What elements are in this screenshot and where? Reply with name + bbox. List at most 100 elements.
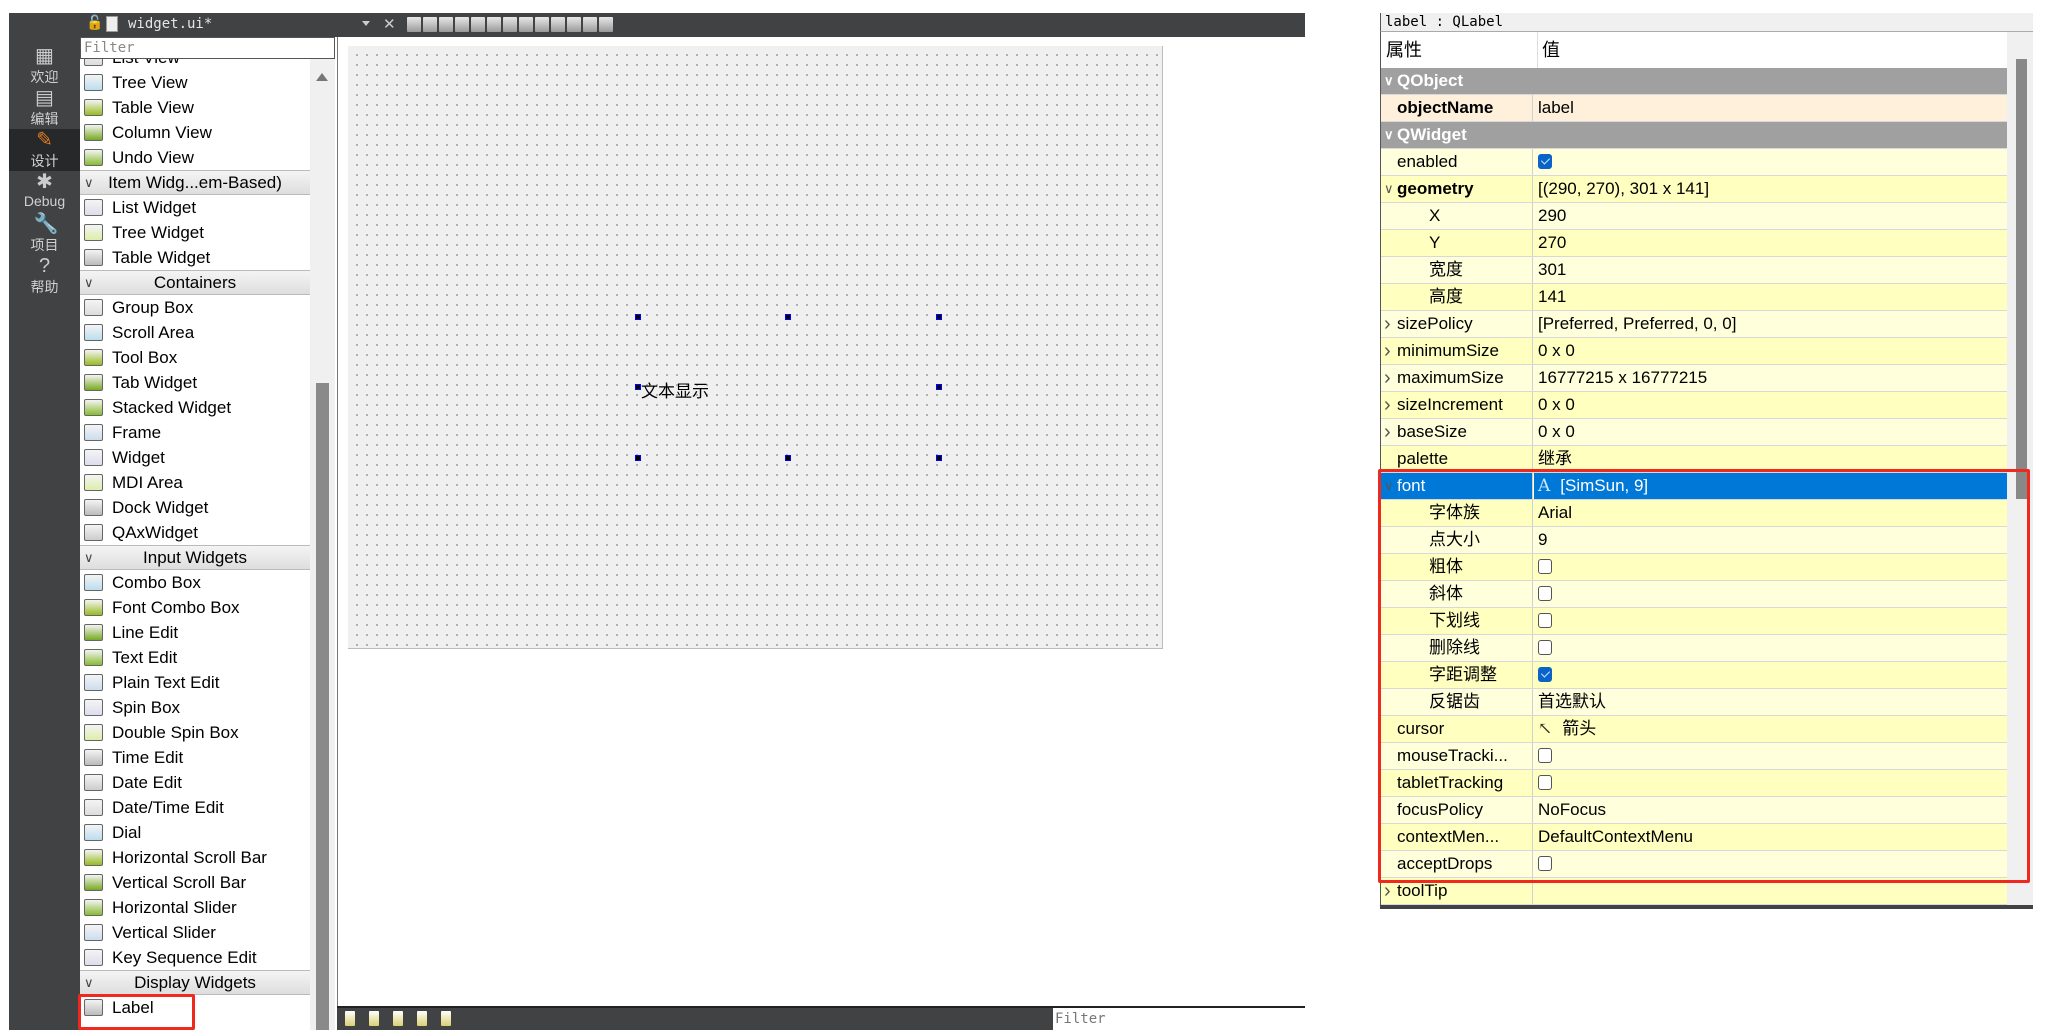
- mode-4[interactable]: 🔧 项目: [9, 213, 80, 255]
- layout-tool-icon[interactable]: [599, 17, 613, 32]
- mode-5[interactable]: ? 帮助: [9, 255, 80, 297]
- resize-handle[interactable]: [936, 384, 942, 390]
- property-value[interactable]: 0 x 0: [1534, 392, 2007, 418]
- property-row[interactable]: 高度 141: [1381, 284, 2007, 311]
- widget-item-double-spin-box[interactable]: Double Spin Box: [80, 720, 310, 745]
- label-widget[interactable]: 文本显示: [641, 377, 709, 402]
- widget-item-vertical-scroll-bar[interactable]: Vertical Scroll Bar: [80, 870, 310, 895]
- widget-item-column-view[interactable]: Column View: [80, 120, 310, 145]
- widget-item-tree-view[interactable]: Tree View: [80, 70, 310, 95]
- widget-item-plain-text-edit[interactable]: Plain Text Edit: [80, 670, 310, 695]
- resize-handle[interactable]: [635, 384, 641, 390]
- layout-tool-icon[interactable]: [519, 17, 533, 32]
- property-value[interactable]: 0 x 0: [1534, 419, 2007, 445]
- mode-0[interactable]: ▦ 欢迎: [9, 45, 80, 87]
- delete-action-icon[interactable]: [417, 1011, 427, 1026]
- resize-handle[interactable]: [635, 455, 641, 461]
- paste-action-icon[interactable]: [393, 1011, 403, 1026]
- widget-item-vertical-slider[interactable]: Vertical Slider: [80, 920, 310, 945]
- property-row[interactable]: › sizeIncrement 0 x 0: [1381, 392, 2007, 419]
- property-value[interactable]: 141: [1534, 284, 2007, 310]
- resize-handle[interactable]: [936, 455, 942, 461]
- widget-item-list-view[interactable]: List View: [80, 59, 310, 70]
- checkbox[interactable]: [1538, 153, 1552, 169]
- property-row[interactable]: 宽度 301: [1381, 257, 2007, 284]
- widget-item-group-box[interactable]: Group Box: [80, 295, 310, 320]
- widget-item-font-combo-box[interactable]: Font Combo Box: [80, 595, 310, 620]
- category-display-widgets[interactable]: ∨ Display Widgets: [80, 970, 310, 995]
- layout-tool-icon[interactable]: [455, 17, 469, 32]
- column-header-property[interactable]: 属性: [1386, 32, 1422, 68]
- chevron-right-icon[interactable]: ›: [1384, 419, 1391, 445]
- property-value[interactable]: label: [1534, 95, 2007, 121]
- widget-item-tool-box[interactable]: Tool Box: [80, 345, 310, 370]
- widget-filter-input[interactable]: Filter: [80, 37, 335, 59]
- chevron-right-icon[interactable]: ›: [1384, 392, 1391, 418]
- category-containers[interactable]: ∨ Containers: [80, 270, 310, 295]
- resize-handle[interactable]: [936, 314, 942, 320]
- widget-item-qaxwidget[interactable]: QAxWidget: [80, 520, 310, 545]
- form-widget[interactable]: [348, 46, 1163, 649]
- layout-tool-icon[interactable]: [423, 17, 437, 32]
- lock-icon[interactable]: 🔓: [86, 15, 103, 31]
- widget-item-stacked-widget[interactable]: Stacked Widget: [80, 395, 310, 420]
- widget-item-spin-box[interactable]: Spin Box: [80, 695, 310, 720]
- layout-tool-icon[interactable]: [487, 17, 501, 32]
- property-value[interactable]: 301: [1534, 257, 2007, 283]
- property-row[interactable]: › baseSize 0 x 0: [1381, 419, 2007, 446]
- property-row[interactable]: › maximumSize 16777215 x 16777215: [1381, 365, 2007, 392]
- mode-1[interactable]: ▤ 编辑: [9, 87, 80, 129]
- property-value[interactable]: 16777215 x 16777215: [1534, 365, 2007, 391]
- property-group-qobject[interactable]: ∨ QObject: [1381, 68, 2007, 95]
- layout-tool-icon[interactable]: [567, 17, 581, 32]
- property-row[interactable]: objectName label: [1381, 95, 2007, 122]
- dropdown-arrow-icon[interactable]: [362, 21, 370, 26]
- property-value[interactable]: [Preferred, Preferred, 0, 0]: [1534, 311, 2007, 337]
- column-header-value[interactable]: 值: [1537, 32, 1560, 68]
- property-value[interactable]: [(290, 270), 301 x 141]: [1534, 176, 2007, 202]
- property-row[interactable]: ∨ geometry [(290, 270), 301 x 141]: [1381, 176, 2007, 203]
- widget-item-undo-view[interactable]: Undo View: [80, 145, 310, 170]
- resize-handle[interactable]: [785, 455, 791, 461]
- widget-item-tab-widget[interactable]: Tab Widget: [80, 370, 310, 395]
- layout-tool-icon[interactable]: [503, 17, 517, 32]
- property-row[interactable]: › sizePolicy [Preferred, Preferred, 0, 0]: [1381, 311, 2007, 338]
- widget-item-dock-widget[interactable]: Dock Widget: [80, 495, 310, 520]
- chevron-down-icon[interactable]: ∨: [1384, 68, 1394, 94]
- layout-tool-icon[interactable]: [583, 17, 597, 32]
- widget-item-list-widget[interactable]: List Widget: [80, 195, 310, 220]
- chevron-right-icon[interactable]: ›: [1384, 365, 1391, 391]
- mode-2[interactable]: ✎ 设计: [9, 129, 80, 171]
- widget-item-combo-box[interactable]: Combo Box: [80, 570, 310, 595]
- close-icon[interactable]: ✕: [383, 15, 396, 33]
- widget-item-dial[interactable]: Dial: [80, 820, 310, 845]
- widget-item-text-edit[interactable]: Text Edit: [80, 645, 310, 670]
- category-input-widgets[interactable]: ∨ Input Widgets: [80, 545, 310, 570]
- property-value[interactable]: [1534, 149, 2007, 175]
- property-value[interactable]: 0 x 0: [1534, 338, 2007, 364]
- property-value[interactable]: 270: [1534, 230, 2007, 256]
- property-row[interactable]: Y 270: [1381, 230, 2007, 257]
- property-row[interactable]: enabled: [1381, 149, 2007, 176]
- resize-handle[interactable]: [635, 314, 641, 320]
- widget-item-mdi-area[interactable]: MDI Area: [80, 470, 310, 495]
- layout-tool-icon[interactable]: [535, 17, 549, 32]
- widget-item-line-edit[interactable]: Line Edit: [80, 620, 310, 645]
- widget-item-time-edit[interactable]: Time Edit: [80, 745, 310, 770]
- scroll-up-arrow-icon[interactable]: [316, 73, 328, 81]
- widget-item-key-sequence-edit[interactable]: Key Sequence Edit: [80, 945, 310, 970]
- mode-debug[interactable]: ✱ Debug: [9, 171, 80, 213]
- widget-item-frame[interactable]: Frame: [80, 420, 310, 445]
- widget-item-widget[interactable]: Widget: [80, 445, 310, 470]
- chevron-down-icon[interactable]: ∨: [1384, 122, 1394, 148]
- chevron-down-icon[interactable]: ∨: [1384, 176, 1394, 202]
- widget-item-tree-widget[interactable]: Tree Widget: [80, 220, 310, 245]
- layout-tool-icon[interactable]: [407, 17, 421, 32]
- chevron-right-icon[interactable]: ›: [1384, 311, 1391, 337]
- widget-item-table-widget[interactable]: Table Widget: [80, 245, 310, 270]
- property-group-qwidget[interactable]: ∨ QWidget: [1381, 122, 2007, 149]
- widget-item-date-time-edit[interactable]: Date/Time Edit: [80, 795, 310, 820]
- widget-item-horizontal-slider[interactable]: Horizontal Slider: [80, 895, 310, 920]
- widget-item-scroll-area[interactable]: Scroll Area: [80, 320, 310, 345]
- widget-item-horizontal-scroll-bar[interactable]: Horizontal Scroll Bar: [80, 845, 310, 870]
